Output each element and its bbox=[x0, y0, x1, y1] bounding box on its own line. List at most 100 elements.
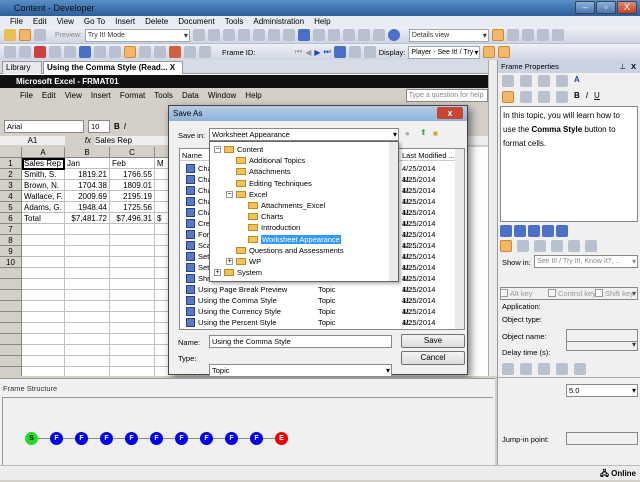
expand-icon[interactable] bbox=[327, 29, 340, 41]
frame-node[interactable]: F bbox=[75, 432, 88, 445]
display-select[interactable]: Player - See It! / Try It! bbox=[408, 45, 481, 67]
tree-scrollbar[interactable] bbox=[389, 142, 398, 281]
tab-document[interactable]: Using the Comma Style (Read... X bbox=[43, 61, 183, 74]
action-icon-5[interactable] bbox=[568, 240, 580, 252]
goto-frame-icon[interactable] bbox=[333, 46, 346, 58]
select-icon[interactable] bbox=[502, 363, 514, 375]
cut-icon[interactable] bbox=[207, 29, 220, 41]
tree-folder[interactable]: Charts bbox=[248, 211, 283, 222]
back-icon[interactable]: ● bbox=[405, 129, 410, 138]
frame-node[interactable]: F bbox=[175, 432, 188, 445]
bubble-icon-5[interactable] bbox=[556, 225, 568, 237]
preview-mode-select[interactable]: Try It! Mode bbox=[84, 28, 190, 42]
branch-icon[interactable] bbox=[79, 46, 91, 58]
end-frame[interactable]: E bbox=[275, 432, 288, 445]
sound-icon[interactable] bbox=[574, 363, 586, 375]
list-scrollbar[interactable] bbox=[455, 149, 464, 329]
record-icon[interactable] bbox=[4, 46, 16, 58]
align-right-icon[interactable] bbox=[538, 91, 550, 103]
frame-icon-9[interactable] bbox=[154, 46, 166, 58]
delay-input[interactable]: 5.0 bbox=[566, 384, 638, 397]
display-mode-1-icon[interactable] bbox=[483, 46, 496, 58]
frame-node[interactable]: F bbox=[200, 432, 213, 445]
menu-delete[interactable]: Delete bbox=[145, 16, 168, 27]
frame-node[interactable]: F bbox=[125, 432, 138, 445]
prev-frame-icon[interactable]: ◀ bbox=[305, 48, 311, 57]
save-in-select[interactable]: Worksheet Appearance bbox=[209, 128, 399, 141]
document-scrollbar[interactable] bbox=[488, 60, 497, 376]
file-row[interactable]: Using the Comma Style Topic 4/25/2014 11:.… bbox=[180, 295, 450, 316]
action-icon-1[interactable] bbox=[500, 240, 512, 252]
capture-icon[interactable] bbox=[124, 46, 136, 58]
cut-icon[interactable] bbox=[502, 75, 514, 87]
tree-folder[interactable]: Introduction bbox=[248, 222, 300, 233]
copy-icon[interactable] bbox=[222, 29, 235, 41]
dialog-close-button[interactable]: x bbox=[437, 107, 463, 119]
menu-administration[interactable]: Administration bbox=[253, 16, 304, 27]
tab-close-icon[interactable]: X bbox=[170, 63, 175, 72]
tree-folder[interactable]: + System bbox=[214, 267, 262, 278]
paste-icon[interactable] bbox=[237, 29, 250, 41]
delete-icon[interactable] bbox=[252, 29, 265, 41]
expander-icon[interactable]: − bbox=[226, 190, 233, 198]
menu-tools[interactable]: Tools bbox=[225, 16, 244, 27]
save-icon[interactable] bbox=[19, 29, 31, 41]
maximize-button[interactable]: ▫ bbox=[596, 1, 616, 14]
cancel-button[interactable]: Cancel bbox=[401, 351, 465, 365]
menu-insert[interactable]: Insert bbox=[115, 16, 135, 27]
undo-icon[interactable] bbox=[297, 29, 310, 41]
go-icon[interactable] bbox=[192, 29, 205, 41]
properties-icon[interactable] bbox=[267, 29, 280, 41]
file-row[interactable]: Using Page Break Preview Topic 4/25/2014 1… bbox=[180, 284, 450, 305]
col-name[interactable]: Name bbox=[182, 151, 202, 160]
bubble-icon-1[interactable] bbox=[500, 225, 512, 237]
pin-icon[interactable]: ⊥ bbox=[619, 60, 626, 73]
bubble-icon-3[interactable] bbox=[528, 225, 540, 237]
print-icon[interactable] bbox=[34, 29, 46, 41]
jump-in-input[interactable] bbox=[566, 432, 638, 445]
menu-goto[interactable]: Go To bbox=[84, 16, 105, 27]
window-icon[interactable] bbox=[520, 363, 532, 375]
frame-icon-5[interactable] bbox=[94, 46, 106, 58]
tab-library[interactable]: Library bbox=[2, 61, 42, 74]
control-key-checkbox[interactable]: Control key bbox=[548, 289, 596, 298]
first-frame-icon[interactable]: ⏮ bbox=[295, 47, 302, 57]
alt-key-checkbox[interactable]: Alt key bbox=[500, 289, 533, 298]
view-mode-select[interactable]: Details view bbox=[408, 28, 489, 42]
frame-node[interactable]: F bbox=[100, 432, 113, 445]
new-folder-icon[interactable]: ■ bbox=[433, 129, 438, 138]
align-left-icon[interactable] bbox=[502, 91, 514, 103]
bold-icon[interactable]: B bbox=[574, 91, 580, 103]
tree-folder[interactable]: + WP bbox=[226, 256, 261, 267]
collapse-icon[interactable] bbox=[342, 29, 355, 41]
name-input[interactable]: Using the Comma Style bbox=[209, 335, 392, 348]
object-name-input[interactable] bbox=[566, 329, 638, 342]
frame-icon-2[interactable] bbox=[49, 46, 61, 58]
search-doc-icon[interactable] bbox=[19, 46, 31, 58]
minimize-button[interactable]: – bbox=[575, 1, 595, 14]
action-icon-6[interactable] bbox=[585, 240, 597, 252]
frame-icon-3[interactable] bbox=[64, 46, 76, 58]
bubble-text-editor[interactable]: In this topic, you will learn how to use… bbox=[500, 106, 638, 222]
frame-icon-a[interactable] bbox=[348, 46, 361, 58]
bubble-icon-4[interactable] bbox=[542, 225, 554, 237]
action-icon-4[interactable] bbox=[551, 240, 563, 252]
frame-icon-10[interactable] bbox=[169, 46, 181, 58]
save-button[interactable]: Save bbox=[401, 334, 465, 348]
tree-folder[interactable]: Worksheet Appearance bbox=[248, 234, 341, 245]
shift-key-checkbox[interactable]: Shift key bbox=[595, 289, 634, 298]
font-icon[interactable]: A bbox=[574, 75, 580, 87]
layout-3-icon[interactable] bbox=[521, 29, 534, 41]
expander-icon[interactable]: − bbox=[214, 146, 221, 153]
display-mode-2-icon[interactable] bbox=[498, 46, 511, 58]
menu-file[interactable]: File bbox=[10, 16, 23, 27]
expander-icon[interactable]: + bbox=[226, 258, 233, 265]
timer-icon[interactable] bbox=[556, 363, 568, 375]
frame-icon-6[interactable] bbox=[109, 46, 121, 58]
copy-icon[interactable] bbox=[520, 75, 532, 87]
layout-1-icon[interactable] bbox=[491, 29, 504, 41]
menu-view[interactable]: View bbox=[57, 16, 74, 27]
layout-2-icon[interactable] bbox=[506, 29, 519, 41]
up-folder-icon[interactable]: ⬆ bbox=[420, 128, 427, 137]
show-in-select[interactable]: See It! / Try It!, Know It?, ... bbox=[534, 255, 638, 268]
